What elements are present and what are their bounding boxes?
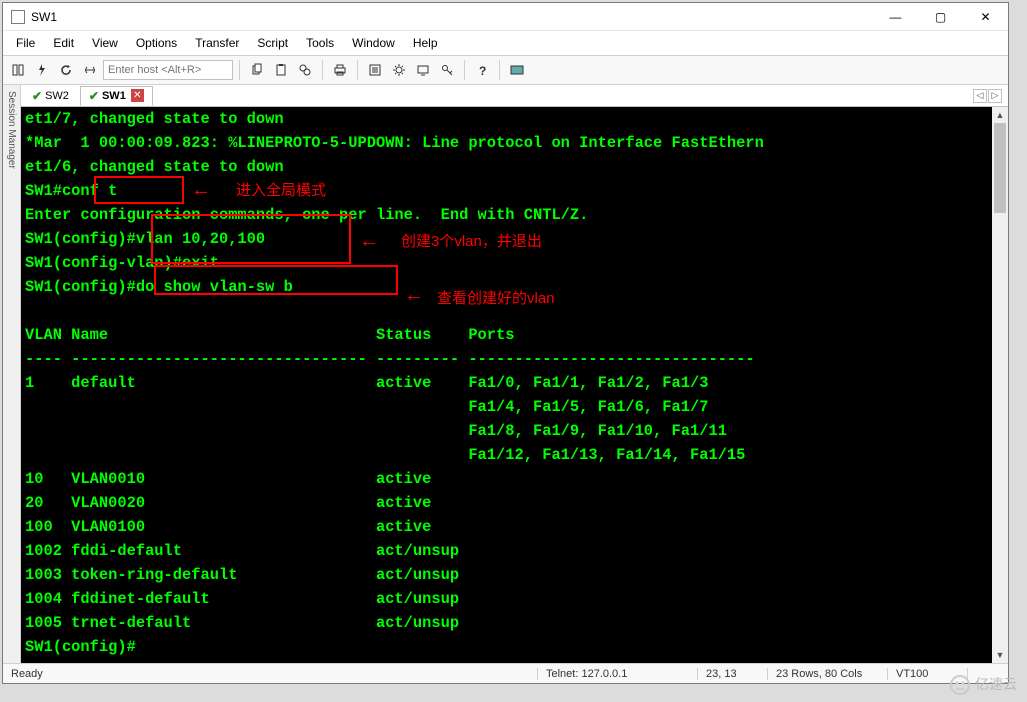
help-icon[interactable]: ? <box>471 59 493 81</box>
menu-view[interactable]: View <box>83 34 127 52</box>
scroll-thumb[interactable] <box>994 123 1006 213</box>
status-ready: Ready <box>3 668 538 680</box>
toolbar: ? <box>3 55 1008 85</box>
terminal[interactable]: et1/7, changed state to down*Mar 1 00:00… <box>21 107 1008 663</box>
close-icon: ✕ <box>980 10 990 24</box>
quick-connect-icon[interactable] <box>31 59 53 81</box>
host-input[interactable] <box>103 60 233 80</box>
svg-text:?: ? <box>479 64 486 77</box>
menubar: File Edit View Options Transfer Script T… <box>3 31 1008 55</box>
arrow-icon: ← <box>404 284 424 307</box>
arrow-icon: ← <box>191 179 211 202</box>
separator <box>322 60 323 80</box>
tab-close-button[interactable]: ✕ <box>131 89 144 102</box>
annotation-label-1: 进入全局模式 <box>236 179 326 200</box>
menu-window[interactable]: Window <box>343 34 404 52</box>
maximize-icon: ▢ <box>935 10 946 24</box>
sft-icon[interactable] <box>506 59 528 81</box>
tab-label: SW2 <box>45 90 69 102</box>
arrow-icon: ← <box>359 230 379 253</box>
separator <box>239 60 240 80</box>
status-position: 23, 13 <box>698 668 768 680</box>
disconnect-icon[interactable] <box>79 59 101 81</box>
paste-icon[interactable] <box>270 59 292 81</box>
watermark: 亿速云 <box>949 674 1017 696</box>
app-window: SW1 — ▢ ✕ File Edit View Options Transfe… <box>2 2 1009 684</box>
status-protocol: Telnet: 127.0.0.1 <box>538 668 698 680</box>
separator <box>499 60 500 80</box>
tabstrip: ✔ SW2 ✔ SW1 ✕ ◁ ▷ <box>21 85 1008 107</box>
separator <box>464 60 465 80</box>
session-manager-sidebar[interactable]: Session Manager <box>3 85 21 663</box>
session-icon[interactable] <box>412 59 434 81</box>
scroll-track[interactable] <box>992 123 1008 647</box>
copy-icon[interactable] <box>246 59 268 81</box>
menu-file[interactable]: File <box>7 34 44 52</box>
separator <box>357 60 358 80</box>
menu-script[interactable]: Script <box>248 34 297 52</box>
connect-icon[interactable] <box>7 59 29 81</box>
statusbar: Ready Telnet: 127.0.0.1 23, 13 23 Rows, … <box>3 663 1008 683</box>
annotation-label-2: 创建3个vlan，并退出 <box>401 230 542 251</box>
minimize-button[interactable]: — <box>873 3 918 31</box>
reconnect-icon[interactable] <box>55 59 77 81</box>
scroll-down-icon[interactable]: ▼ <box>992 647 1008 663</box>
menu-options[interactable]: Options <box>127 34 186 52</box>
sidebar-label: Session Manager <box>6 89 17 171</box>
menu-transfer[interactable]: Transfer <box>186 34 248 52</box>
check-icon: ✔ <box>32 89 42 103</box>
tab-sw2[interactable]: ✔ SW2 <box>23 86 78 106</box>
terminal-scrollbar[interactable]: ▲ ▼ <box>992 107 1008 663</box>
menu-tools[interactable]: Tools <box>297 34 343 52</box>
minimize-icon: — <box>890 10 902 24</box>
status-size: 23 Rows, 80 Cols <box>768 668 888 680</box>
print-icon[interactable] <box>329 59 351 81</box>
watermark-text: 亿速云 <box>975 676 1017 692</box>
menu-edit[interactable]: Edit <box>44 34 83 52</box>
menu-help[interactable]: Help <box>404 34 447 52</box>
app-icon <box>11 10 25 24</box>
tab-label: SW1 <box>102 90 126 102</box>
maximize-button[interactable]: ▢ <box>918 3 963 31</box>
properties-icon[interactable] <box>364 59 386 81</box>
titlebar[interactable]: SW1 — ▢ ✕ <box>3 3 1008 31</box>
options-icon[interactable] <box>388 59 410 81</box>
key-icon[interactable] <box>436 59 458 81</box>
find-icon[interactable] <box>294 59 316 81</box>
window-title: SW1 <box>31 10 57 24</box>
scroll-up-icon[interactable]: ▲ <box>992 107 1008 123</box>
annotation-label-3: 查看创建好的vlan <box>437 287 555 308</box>
tab-scroll-right[interactable]: ▷ <box>988 89 1002 103</box>
tab-sw1[interactable]: ✔ SW1 ✕ <box>80 86 153 106</box>
tab-scroll-left[interactable]: ◁ <box>973 89 987 103</box>
check-icon: ✔ <box>89 89 99 103</box>
close-button[interactable]: ✕ <box>963 3 1008 31</box>
